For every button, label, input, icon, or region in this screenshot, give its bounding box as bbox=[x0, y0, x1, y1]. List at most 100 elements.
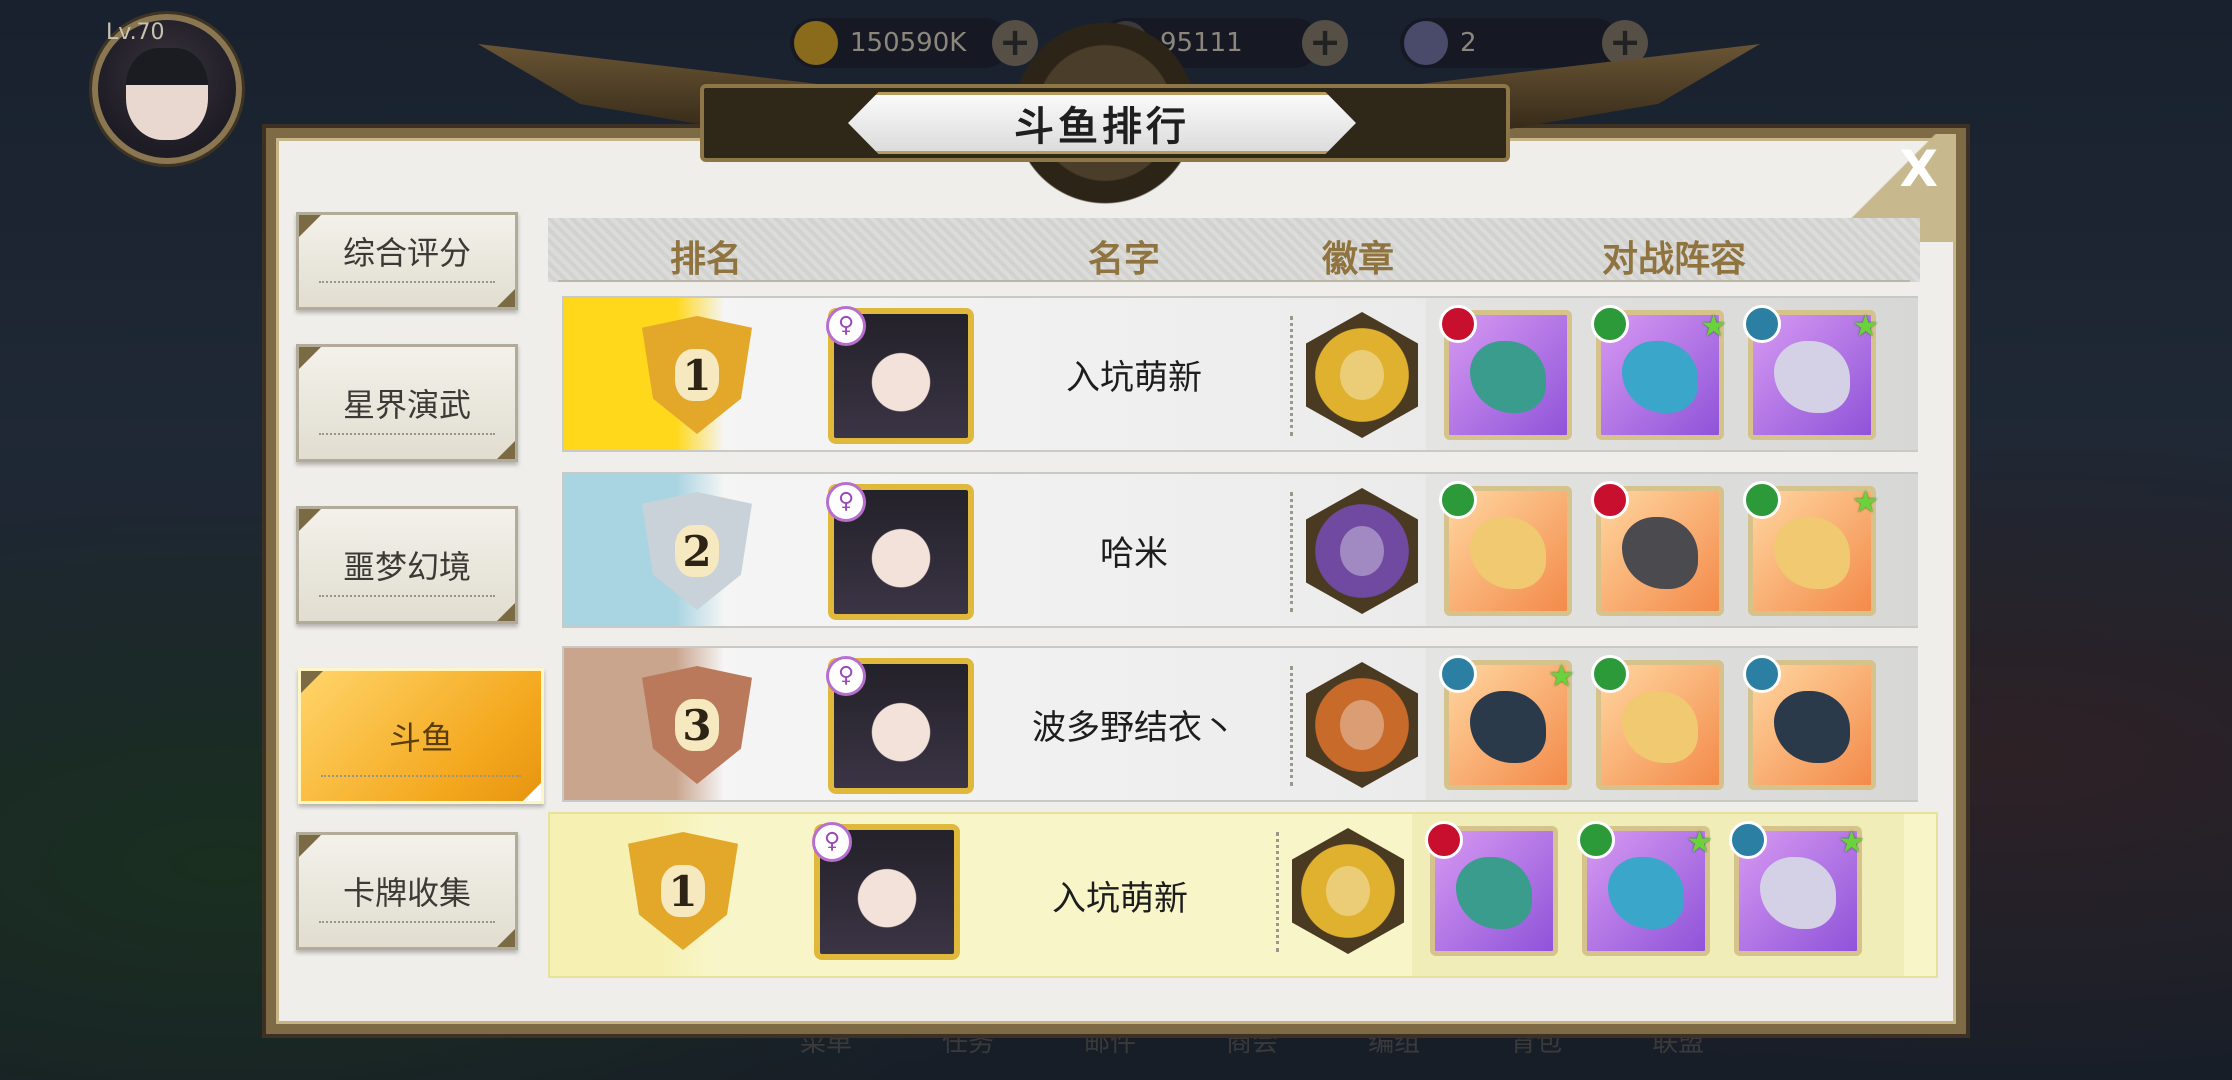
element-icon: ♀ bbox=[826, 306, 866, 346]
tab-divider bbox=[319, 281, 495, 283]
player-name: 入坑萌新 bbox=[1052, 878, 1188, 919]
team-card[interactable]: ★ bbox=[1439, 655, 1575, 790]
team-card[interactable]: ★ bbox=[1591, 305, 1727, 440]
player-avatar[interactable]: ♀ bbox=[826, 306, 974, 444]
class-tag-icon bbox=[1729, 821, 1767, 859]
tab-card-collection[interactable]: 卡牌收集 bbox=[296, 832, 518, 950]
tab-divider bbox=[319, 595, 495, 597]
table-row[interactable]: 3 ♀ 波多野结衣丶 ★ bbox=[562, 646, 1918, 802]
badge-icon[interactable] bbox=[1292, 828, 1404, 954]
currency-counter: 2 + bbox=[1400, 18, 1648, 68]
class-tag-icon bbox=[1577, 821, 1615, 859]
star-icon: ★ bbox=[1852, 485, 1879, 520]
currency-value: 2 bbox=[1460, 28, 1477, 58]
gold-counter: 150590K + bbox=[790, 18, 1038, 68]
element-icon: ♀ bbox=[826, 482, 866, 522]
creature-art bbox=[1774, 517, 1850, 590]
table-row[interactable]: 2 ♀ 哈米 ★ bbox=[562, 472, 1918, 628]
ranking-table: 排名 名字 徽章 对战阵容 bbox=[548, 218, 1920, 282]
class-tag-icon bbox=[1425, 821, 1463, 859]
close-icon: X bbox=[1899, 140, 1938, 198]
element-icon: ♀ bbox=[826, 656, 866, 696]
class-tag-icon bbox=[1591, 481, 1629, 519]
badge-icon[interactable] bbox=[1306, 312, 1418, 438]
creature-art bbox=[1760, 857, 1836, 930]
badge-icon[interactable] bbox=[1306, 662, 1418, 788]
team-card[interactable] bbox=[1743, 655, 1876, 790]
star-icon: ★ bbox=[1838, 825, 1865, 860]
star-icon: ★ bbox=[1852, 309, 1879, 344]
creature-art bbox=[1608, 857, 1684, 930]
rank-number: 2 bbox=[675, 525, 719, 577]
tab-divider bbox=[319, 921, 495, 923]
rank-number: 1 bbox=[675, 349, 719, 401]
player-name: 哈米 bbox=[1100, 533, 1168, 574]
row-divider bbox=[1290, 316, 1293, 436]
gold-coin-icon bbox=[794, 21, 838, 65]
tab-divider bbox=[321, 775, 521, 777]
player-name: 入坑萌新 bbox=[1066, 357, 1202, 398]
team-card[interactable] bbox=[1439, 481, 1572, 616]
table-row[interactable]: 1 ♀ 入坑萌新 ★ ★ bbox=[562, 296, 1918, 452]
star-icon: ★ bbox=[1548, 659, 1575, 694]
tab-divider bbox=[319, 433, 495, 435]
creature-art bbox=[1456, 857, 1532, 930]
crystal-icon bbox=[1404, 21, 1448, 65]
creature-art bbox=[1470, 691, 1546, 764]
badge-icon[interactable] bbox=[1306, 488, 1418, 614]
creature-art bbox=[1622, 691, 1698, 764]
add-gems-button[interactable]: + bbox=[1302, 20, 1348, 66]
team-card[interactable]: ★ bbox=[1577, 821, 1713, 956]
creature-art bbox=[1470, 341, 1546, 414]
class-tag-icon bbox=[1591, 305, 1629, 343]
tab-fish-fight[interactable]: 斗鱼 bbox=[298, 668, 544, 804]
class-tag-icon bbox=[1743, 481, 1781, 519]
player-avatar[interactable]: ♀ bbox=[812, 822, 960, 960]
creature-art bbox=[1774, 341, 1850, 414]
player-name: 波多野结衣丶 bbox=[1032, 707, 1236, 748]
star-icon: ★ bbox=[1700, 309, 1727, 344]
player-avatar[interactable]: ♀ bbox=[826, 482, 974, 620]
avatar-face bbox=[126, 48, 208, 140]
tab-label: 星界演武 bbox=[342, 386, 471, 424]
tab-label: 噩梦幻境 bbox=[342, 548, 471, 586]
team-card[interactable] bbox=[1591, 655, 1724, 790]
class-tag-icon bbox=[1439, 655, 1477, 693]
team-card[interactable] bbox=[1439, 305, 1572, 440]
rank-number: 3 bbox=[675, 699, 719, 751]
team-card[interactable] bbox=[1425, 821, 1558, 956]
row-divider bbox=[1290, 666, 1293, 786]
row-divider bbox=[1276, 832, 1279, 952]
team-card[interactable] bbox=[1591, 481, 1724, 616]
class-tag-icon bbox=[1743, 655, 1781, 693]
creature-art bbox=[1622, 517, 1698, 590]
tab-label: 卡牌收集 bbox=[342, 874, 471, 912]
creature-art bbox=[1622, 341, 1698, 414]
player-avatar[interactable]: ♀ bbox=[826, 656, 974, 794]
panel-title: 斗鱼排行 bbox=[1014, 104, 1190, 150]
class-tag-icon bbox=[1591, 655, 1629, 693]
tab-astral-arena[interactable]: 星界演武 bbox=[296, 344, 518, 462]
row-divider bbox=[1290, 492, 1293, 612]
class-tag-icon bbox=[1743, 305, 1781, 343]
class-tag-icon bbox=[1439, 481, 1477, 519]
player-level: Lv.70 bbox=[106, 20, 165, 45]
creature-art bbox=[1774, 691, 1850, 764]
tab-overall-score[interactable]: 综合评分 bbox=[296, 212, 518, 310]
tab-label: 综合评分 bbox=[342, 234, 471, 272]
team-card[interactable]: ★ bbox=[1743, 481, 1879, 616]
table-header: 排名 名字 徽章 对战阵容 bbox=[548, 218, 1920, 282]
element-icon: ♀ bbox=[812, 822, 852, 862]
creature-art bbox=[1470, 517, 1546, 590]
class-tag-icon bbox=[1439, 305, 1477, 343]
panel-title-plate: 斗鱼排行 bbox=[848, 92, 1356, 154]
header-underline bbox=[558, 230, 1910, 282]
tab-label: 斗鱼 bbox=[388, 719, 453, 757]
my-rank-row[interactable]: 1 ♀ 入坑萌新 ★ ★ bbox=[548, 812, 1938, 978]
rank-number: 1 bbox=[661, 865, 705, 917]
gold-value: 150590K bbox=[850, 28, 967, 58]
team-card[interactable]: ★ bbox=[1743, 305, 1879, 440]
star-icon: ★ bbox=[1686, 825, 1713, 860]
team-card[interactable]: ★ bbox=[1729, 821, 1865, 956]
tab-nightmare-realm[interactable]: 噩梦幻境 bbox=[296, 506, 518, 624]
